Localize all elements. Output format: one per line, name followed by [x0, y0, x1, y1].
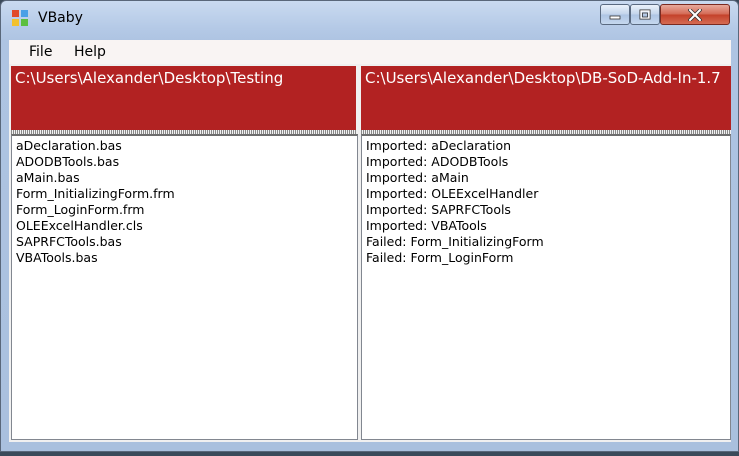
- minimize-button[interactable]: [600, 4, 630, 25]
- title-bar[interactable]: VBaby: [1, 1, 738, 35]
- log-item[interactable]: Imported: VBATools: [366, 218, 730, 234]
- minimize-icon: [609, 15, 621, 19]
- app-icon: [12, 10, 28, 26]
- list-item[interactable]: Form_LoginForm.frm: [16, 202, 357, 218]
- log-item[interactable]: Imported: OLEExcelHandler: [366, 186, 730, 202]
- list-item[interactable]: OLEExcelHandler.cls: [16, 218, 357, 234]
- list-item[interactable]: aDeclaration.bas: [16, 138, 357, 154]
- log-item[interactable]: Imported: SAPRFCTools: [366, 202, 730, 218]
- maximize-icon: [639, 9, 651, 20]
- list-item[interactable]: aMain.bas: [16, 170, 357, 186]
- list-item[interactable]: SAPRFCTools.bas: [16, 234, 357, 250]
- target-path-header: C:\Users\Alexander\Desktop\DB-SoD-Add-In…: [361, 66, 731, 130]
- app-window: VBaby File Help C:\Users\Alexander\Deskt…: [0, 0, 739, 452]
- import-log-list[interactable]: Imported: aDeclaration Imported: ADODBTo…: [361, 134, 731, 440]
- close-icon: [688, 8, 702, 21]
- log-item[interactable]: Imported: aDeclaration: [366, 138, 730, 154]
- menu-bar: File Help: [9, 40, 731, 64]
- window-title: VBaby: [38, 10, 83, 26]
- list-item[interactable]: ADODBTools.bas: [16, 154, 357, 170]
- close-button[interactable]: [660, 4, 730, 25]
- log-item[interactable]: Imported: aMain: [366, 170, 730, 186]
- maximize-button[interactable]: [630, 4, 660, 25]
- source-path-header: C:\Users\Alexander\Desktop\Testing: [11, 66, 356, 130]
- client-area: C:\Users\Alexander\Desktop\Testing C:\Us…: [9, 64, 731, 442]
- source-files-list[interactable]: aDeclaration.bas ADODBTools.bas aMain.ba…: [11, 134, 358, 440]
- menu-file[interactable]: File: [29, 44, 52, 60]
- menu-help[interactable]: Help: [74, 44, 106, 60]
- list-item[interactable]: Form_InitializingForm.frm: [16, 186, 357, 202]
- log-item[interactable]: Failed: Form_InitializingForm: [366, 234, 730, 250]
- log-item[interactable]: Imported: ADODBTools: [366, 154, 730, 170]
- log-item[interactable]: Failed: Form_LoginForm: [366, 250, 730, 266]
- list-item[interactable]: VBATools.bas: [16, 250, 357, 266]
